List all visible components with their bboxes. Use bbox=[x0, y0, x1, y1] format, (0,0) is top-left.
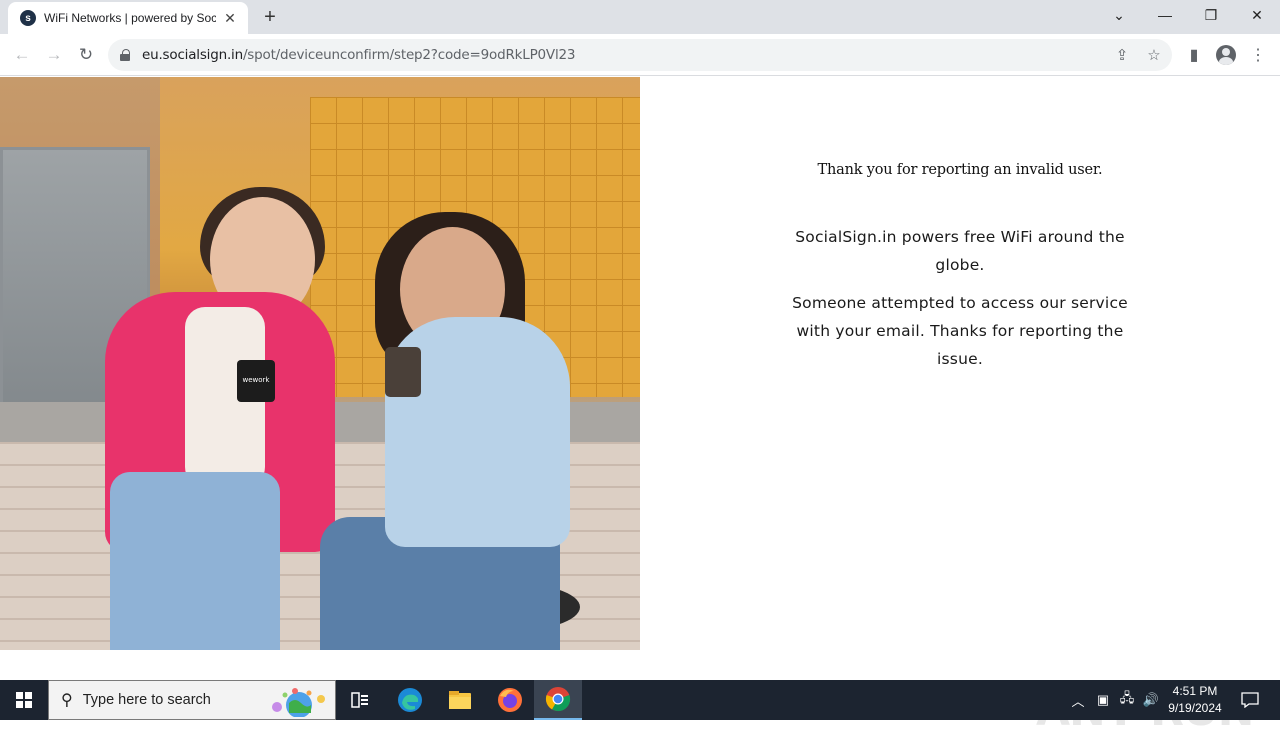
notifications-icon[interactable] bbox=[1232, 680, 1268, 720]
file-explorer-icon[interactable] bbox=[436, 680, 484, 720]
profile-avatar-icon[interactable] bbox=[1212, 41, 1240, 69]
firefox-icon[interactable] bbox=[486, 680, 534, 720]
edge-icon[interactable] bbox=[386, 680, 434, 720]
message-paragraph-1: SocialSign.in powers free WiFi around th… bbox=[795, 228, 1125, 274]
phone bbox=[385, 347, 421, 397]
url-path: /spot/deviceunconfirm/step2?code=9odRkLP… bbox=[242, 47, 576, 63]
url-text[interactable]: eu.socialsign.in/spot/deviceunconfirm/st… bbox=[142, 47, 575, 63]
tab-active[interactable]: s WiFi Networks | powered by Soc ✕ bbox=[8, 2, 248, 34]
bookmark-star-icon[interactable]: ☆ bbox=[1139, 39, 1169, 71]
new-tab-button[interactable]: + bbox=[258, 6, 282, 28]
chrome-icon[interactable] bbox=[534, 680, 582, 720]
tab-title: WiFi Networks | powered by Soc bbox=[44, 11, 216, 25]
tab-search-button[interactable]: ⌄ bbox=[1096, 0, 1142, 30]
search-highlight-icon bbox=[272, 688, 325, 717]
side-panel-icon[interactable]: ▮ bbox=[1180, 41, 1208, 69]
search-icon: ⚲ bbox=[61, 692, 73, 709]
taskbar-clock[interactable]: 4:51 PM 9/19/2024 bbox=[1160, 683, 1230, 717]
mug: wework bbox=[237, 360, 275, 402]
windows-logo-icon bbox=[16, 692, 32, 708]
restore-button[interactable]: ❐ bbox=[1188, 0, 1234, 30]
lock-icon[interactable] bbox=[120, 49, 132, 61]
page-content: wework Thank you for reporting an invali… bbox=[0, 77, 1280, 736]
reload-button[interactable]: ↻ bbox=[72, 41, 100, 69]
minimize-button[interactable]: — bbox=[1142, 0, 1188, 30]
mug-logo-text: wework bbox=[242, 376, 270, 384]
share-icon[interactable]: ⇪ bbox=[1107, 39, 1137, 71]
clock-date: 9/19/2024 bbox=[1168, 701, 1222, 715]
message-title: Thank you for reporting an invalid user. bbox=[817, 162, 1103, 178]
task-view-icon[interactable] bbox=[336, 680, 384, 720]
message-panel: Thank you for reporting an invalid user.… bbox=[640, 77, 1280, 650]
address-bar[interactable]: eu.socialsign.in/spot/deviceunconfirm/st… bbox=[108, 39, 1172, 71]
clock-time: 4:51 PM bbox=[1172, 684, 1218, 698]
back-button[interactable]: ← bbox=[8, 41, 36, 69]
browser-toolbar: ← → ↻ eu.socialsign.in/spot/deviceunconf… bbox=[0, 34, 1280, 76]
message-paragraph-2: Someone attempted to access our service … bbox=[792, 294, 1128, 368]
url-host: eu.socialsign.in bbox=[142, 47, 243, 63]
volume-icon[interactable]: 🔊 bbox=[1140, 680, 1162, 720]
tray-overflow-icon[interactable]: ︿ bbox=[1068, 680, 1088, 720]
network-icon[interactable]: 🖧 bbox=[1116, 680, 1138, 720]
meet-now-icon[interactable]: ▣ bbox=[1092, 680, 1114, 720]
browser-menu-icon[interactable]: ⋮ bbox=[1244, 41, 1272, 69]
hero-image: wework bbox=[0, 77, 640, 650]
taskbar-search-box[interactable]: ⚲ Type here to search bbox=[48, 680, 336, 720]
start-button[interactable] bbox=[0, 680, 48, 720]
forward-button[interactable]: → bbox=[40, 41, 68, 69]
socialsign-favicon-icon: s bbox=[20, 10, 36, 26]
windows-taskbar: ⚲ Type here to search ︿ ▣ 🖧 🔊 4:51 PM 9/… bbox=[0, 680, 1280, 720]
search-placeholder: Type here to search bbox=[82, 692, 211, 708]
tab-strip: s WiFi Networks | powered by Soc ✕ + ⌄ —… bbox=[0, 0, 1280, 34]
tab-close-icon[interactable]: ✕ bbox=[222, 10, 238, 26]
close-window-button[interactable]: ✕ bbox=[1234, 0, 1280, 30]
